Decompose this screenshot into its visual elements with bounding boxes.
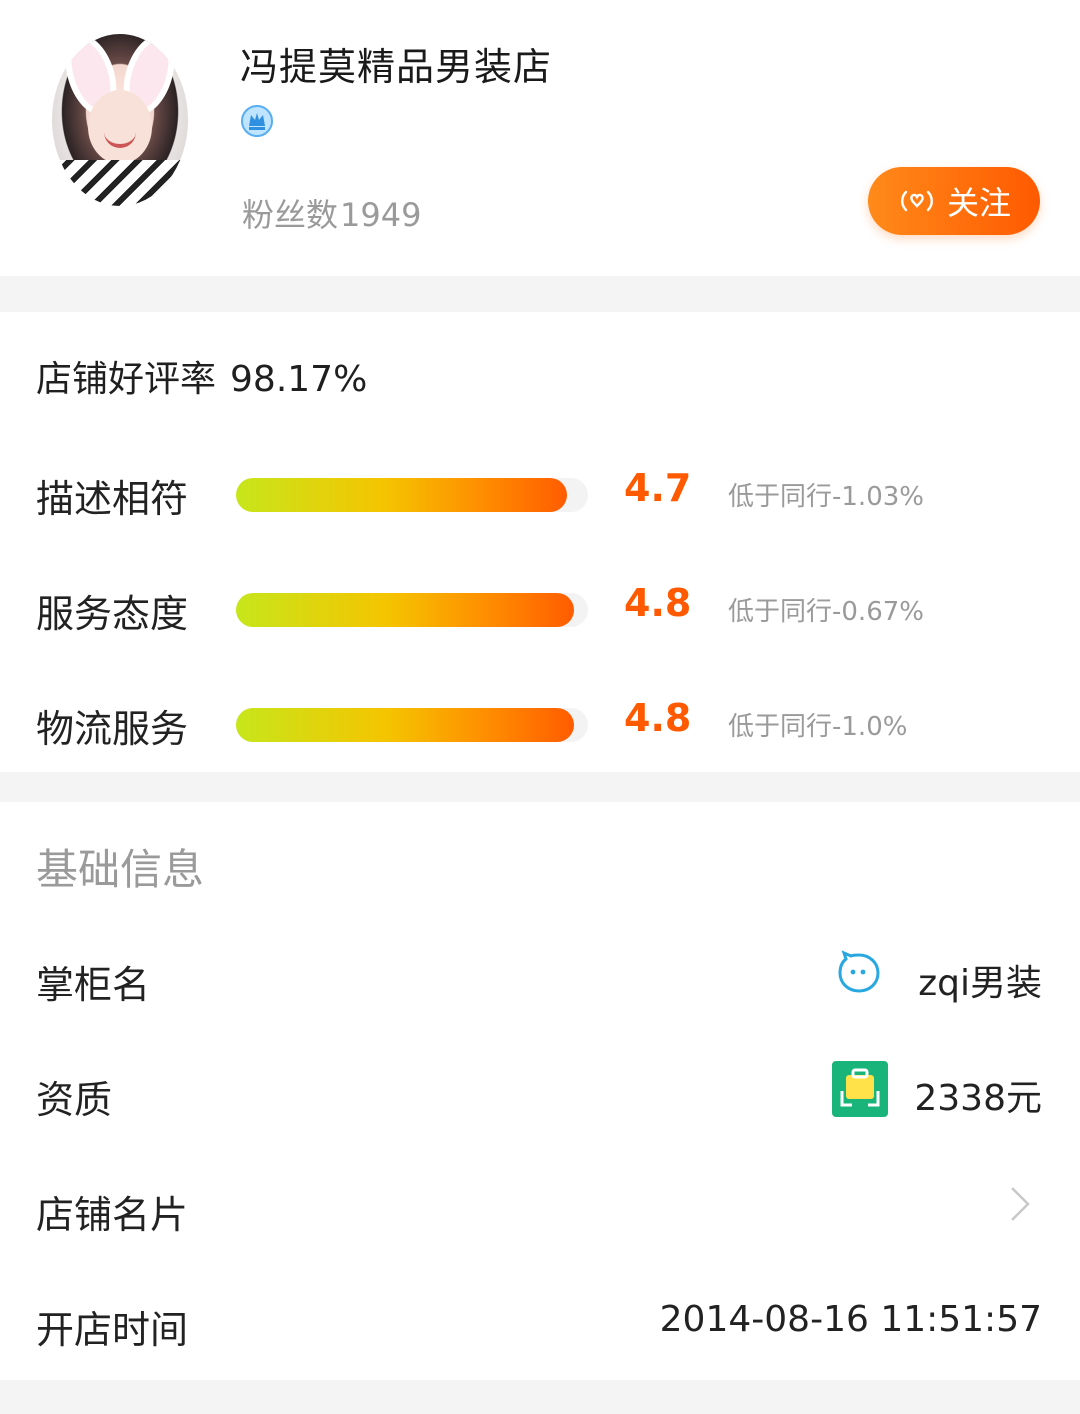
info-label: 开店时间: [36, 1308, 189, 1352]
ratings-section: 店铺好评率 98.17% 描述相符 4.7 低于同行-1.03% 服务态度 4.8…: [0, 312, 1080, 772]
rating-bar-fill: [236, 593, 574, 627]
rating-bar: [236, 593, 588, 627]
basic-info-section: 基础信息 掌柜名 zqi男装 资质 2338元 店铺名片 开店时间 2014-0…: [0, 802, 1080, 1380]
info-label: 店铺名片: [36, 1193, 189, 1237]
info-row-business-card[interactable]: 店铺名片: [0, 1166, 1080, 1246]
info-value: zqi男装: [918, 963, 1042, 1004]
rating-row-logistics: 物流服务 4.8 低于同行-1.0%: [0, 692, 1080, 752]
info-label: 资质: [36, 1078, 113, 1122]
good-rate-value: 98.17%: [230, 359, 368, 400]
rating-label: 服务态度: [36, 592, 189, 636]
rating-compare: 低于同行-1.0%: [728, 712, 908, 742]
rating-bar-fill: [236, 708, 574, 742]
shop-name: 冯提莫精品男装店: [240, 45, 553, 89]
avatar-sweater: [52, 160, 188, 206]
info-label: 掌柜名: [36, 963, 151, 1007]
fans-count: 粉丝数1949: [240, 190, 421, 236]
rating-label: 物流服务: [36, 707, 189, 751]
info-row-qualification[interactable]: 资质 2338元: [0, 1051, 1080, 1131]
bag-icon[interactable]: [832, 1061, 888, 1117]
avatar-face: [88, 90, 152, 164]
chevron-right-icon[interactable]: [1008, 1184, 1032, 1224]
rating-label: 描述相符: [36, 477, 189, 521]
good-rate: 店铺好评率 98.17%: [36, 350, 367, 402]
shop-header: 冯提莫精品男装店 粉丝数1949 关注: [0, 0, 1080, 276]
follow-label: 关注: [946, 184, 1011, 222]
rating-bar-fill: [236, 478, 567, 512]
info-row-open-time: 开店时间 2014-08-16 11:51:57: [0, 1281, 1080, 1361]
rating-score: 4.8: [624, 696, 692, 740]
info-row-owner[interactable]: 掌柜名 zqi男装: [0, 936, 1080, 1016]
wave-icon: [901, 190, 933, 212]
rating-bar: [236, 478, 588, 512]
crown-icon: [241, 105, 273, 137]
fans-label: 粉丝数: [242, 196, 339, 234]
good-rate-label: 店铺好评率: [36, 359, 217, 400]
rating-score: 4.8: [624, 581, 692, 625]
section-title: 基础信息: [36, 845, 205, 894]
fans-value: 1949: [340, 196, 422, 234]
follow-button[interactable]: 关注: [868, 167, 1040, 235]
rating-compare: 低于同行-0.67%: [728, 597, 924, 627]
bubble-icon[interactable]: [836, 950, 882, 996]
rating-score: 4.7: [624, 466, 692, 510]
rating-compare: 低于同行-1.03%: [728, 482, 924, 512]
rating-row-service: 服务态度 4.8 低于同行-0.67%: [0, 577, 1080, 637]
rating-row-description: 描述相符 4.7 低于同行-1.03%: [0, 462, 1080, 522]
info-value: 2014-08-16 11:51:57: [659, 1299, 1042, 1340]
shop-avatar[interactable]: [52, 34, 188, 206]
rating-bar: [236, 708, 588, 742]
info-value: 2338元: [914, 1078, 1042, 1119]
